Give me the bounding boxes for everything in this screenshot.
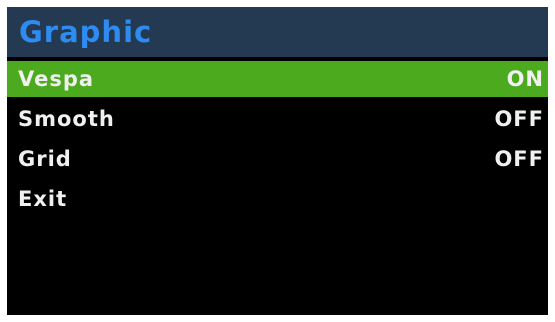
menu-header: Graphic	[7, 7, 548, 57]
menu-item-label: Smooth	[18, 107, 115, 131]
menu-item-label: Vespa	[18, 67, 95, 91]
menu-list: Vespa ON Smooth OFF Grid OFF Exit	[7, 61, 548, 221]
menu-item-label: Exit	[18, 187, 68, 211]
menu-item-grid[interactable]: Grid OFF	[7, 141, 548, 177]
menu-title: Graphic	[19, 15, 153, 49]
menu-item-smooth[interactable]: Smooth OFF	[7, 101, 548, 137]
menu-screen: Graphic Vespa ON Smooth OFF Grid OFF Exi…	[7, 7, 548, 315]
menu-item-exit[interactable]: Exit	[7, 181, 548, 217]
menu-item-value: OFF	[494, 147, 544, 171]
menu-item-label: Grid	[18, 147, 72, 171]
menu-item-vespa[interactable]: Vespa ON	[7, 61, 548, 97]
menu-item-value: ON	[506, 67, 544, 91]
menu-item-value: OFF	[494, 107, 544, 131]
